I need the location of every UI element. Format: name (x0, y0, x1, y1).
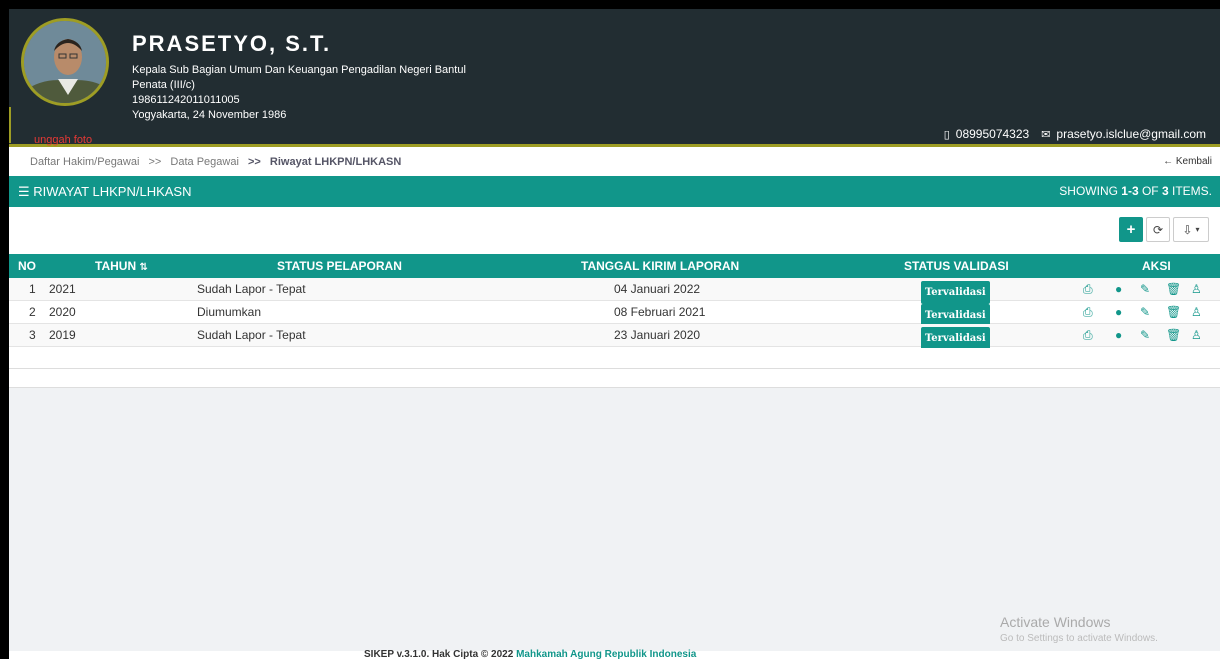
edit-icon[interactable]: ✎ (1140, 324, 1150, 347)
user-icon[interactable]: ♙ (1191, 301, 1202, 324)
pdf-icon[interactable]: ⎙ (1083, 324, 1093, 347)
upload-photo-link[interactable]: unggah foto (15, 134, 115, 146)
cell-status: Sudah Lapor - Tepat (197, 282, 306, 296)
phone-icon: ▯ (943, 128, 950, 141)
email-icon: ✉ (1041, 128, 1051, 141)
app-frame: unggah foto PRASETYO, S.T. Kepala Sub Ba… (9, 9, 1220, 659)
table-row: 1 2021 Sudah Lapor - Tepat 04 Januari 20… (9, 278, 1220, 304)
avatar-photo-icon (24, 21, 106, 103)
profile-header: unggah foto PRASETYO, S.T. Kepala Sub Ba… (9, 9, 1220, 147)
breadcrumb-separator: >> (148, 156, 162, 168)
arrow-left-icon: ← (1163, 156, 1174, 167)
summary-prefix: SHOWING (1059, 184, 1122, 198)
email-address: prasetyo.islclue@gmail.com (1056, 127, 1206, 141)
cell-tanggal: 04 Januari 2022 (614, 282, 701, 296)
col-tahun-label: TAHUN (95, 259, 137, 273)
table-footer-space (9, 348, 1220, 369)
view-icon[interactable]: ● (1115, 301, 1122, 324)
summary-suffix: ITEMS. (1168, 184, 1212, 198)
employee-rank: Penata (III/c) (132, 79, 195, 91)
pdf-icon[interactable]: ⎙ (1083, 301, 1093, 324)
content-background (9, 387, 1220, 651)
panel-heading: ☰ RIWAYAT LHKPN/LHKASN SHOWING 1-3 OF 3 … (9, 176, 1220, 207)
plus-icon: + (1126, 221, 1136, 238)
view-icon[interactable]: ● (1115, 324, 1122, 347)
avatar-container: unggah foto (15, 13, 115, 146)
refresh-icon: ⟳ (1152, 222, 1164, 237)
col-tahun[interactable]: TAHUN ⇅ (95, 254, 148, 280)
employee-name: PRASETYO, S.T. (132, 31, 332, 56)
delete-icon[interactable]: 🗑 (1166, 278, 1181, 301)
breadcrumb-separator: >> (247, 156, 261, 168)
export-icon: ⇩ (1182, 222, 1193, 237)
col-no[interactable]: NO (18, 254, 36, 278)
cell-tahun: 2021 (49, 282, 76, 296)
phone-number: 08995074323 (955, 127, 1030, 141)
header-accent (9, 107, 11, 143)
breadcrumb-daftar[interactable]: Daftar Hakim/Pegawai (30, 156, 139, 168)
cell-no: 3 (29, 328, 36, 342)
avatar[interactable] (21, 18, 109, 106)
user-icon[interactable]: ♙ (1191, 278, 1202, 301)
cell-tanggal: 08 Februari 2021 (614, 305, 706, 319)
table-header: NO TAHUN ⇅ STATUS PELAPORAN TANGGAL KIRI… (9, 254, 1220, 278)
summary-mid: OF (1138, 184, 1162, 198)
breadcrumb: Daftar Hakim/Pegawai >> Data Pegawai >> … (9, 150, 1220, 176)
view-icon[interactable]: ● (1115, 278, 1122, 301)
user-icon[interactable]: ♙ (1191, 324, 1202, 347)
grid-toolbar: + ⟳ ⇩ ▾ (9, 207, 1220, 254)
employee-position: Kepala Sub Bagian Umum Dan Keuangan Peng… (132, 64, 466, 76)
cell-no: 2 (29, 305, 36, 319)
back-label: Kembali (1175, 156, 1212, 167)
table-row: 3 2019 Sudah Lapor - Tepat 23 Januari 20… (9, 324, 1220, 350)
cell-tanggal: 23 Januari 2020 (614, 328, 701, 342)
panel-title: RIWAYAT LHKPN/LHKASN (33, 184, 192, 199)
edit-icon[interactable]: ✎ (1140, 301, 1150, 324)
footer-copyright: SIKEP v.3.1.0. Hak Cipta © 2022 (364, 649, 517, 659)
add-button[interactable]: + (1119, 217, 1143, 242)
cell-tahun: 2019 (49, 328, 76, 342)
delete-icon[interactable]: 🗑 (1166, 301, 1181, 324)
cell-no: 1 (29, 282, 36, 296)
col-aksi: AKSI (1142, 259, 1171, 273)
footer-text: SIKEP v.3.1.0. Hak Cipta © 2022 Mahkamah… (364, 649, 696, 659)
col-status-pelaporan[interactable]: STATUS PELAPORAN (277, 254, 402, 278)
breadcrumb-current: Riwayat LHKPN/LHKASN (269, 156, 402, 168)
activation-watermark-subtitle: Go to Settings to activate Windows. (1000, 633, 1158, 644)
cell-status: Diumumkan (197, 305, 262, 319)
export-dropdown-button[interactable]: ⇩ ▾ (1173, 217, 1209, 242)
footer-org-link[interactable]: Mahkamah Agung Republik Indonesia (516, 649, 696, 659)
pagination-summary: SHOWING 1-3 OF 3 ITEMS. (1059, 176, 1212, 207)
table-row: 2 2020 Diumumkan 08 Februari 2021 Terval… (9, 301, 1220, 327)
cell-tahun: 2020 (49, 305, 76, 319)
edit-icon[interactable]: ✎ (1140, 278, 1150, 301)
delete-icon[interactable]: 🗑 (1166, 324, 1181, 347)
sort-icon: ⇅ (139, 262, 148, 273)
back-button[interactable]: ← Kembali (1163, 156, 1212, 167)
employee-nip: 198611242011011005 (132, 94, 240, 106)
validation-badge: Tervalidasi (921, 327, 990, 350)
caret-down-icon: ▾ (1195, 225, 1200, 234)
col-tanggal[interactable]: TANGGAL KIRIM LAPORAN (581, 254, 739, 278)
cell-status: Sudah Lapor - Tepat (197, 328, 306, 342)
list-icon: ☰ (18, 184, 30, 199)
employee-birth: Yogyakarta, 24 November 1986 (132, 109, 287, 121)
refresh-button[interactable]: ⟳ (1146, 217, 1170, 242)
summary-range: 1-3 (1121, 184, 1139, 198)
contact-info: ▯ 08995074323 ✉ prasetyo.islclue@gmail.c… (944, 127, 1206, 141)
pdf-icon[interactable]: ⎙ (1083, 278, 1093, 301)
col-status-validasi[interactable]: STATUS VALIDASI (904, 254, 1009, 278)
activation-watermark-title: Activate Windows (1000, 614, 1111, 630)
breadcrumb-data-pegawai[interactable]: Data Pegawai (170, 156, 239, 168)
summary-total: 3 (1161, 184, 1169, 198)
